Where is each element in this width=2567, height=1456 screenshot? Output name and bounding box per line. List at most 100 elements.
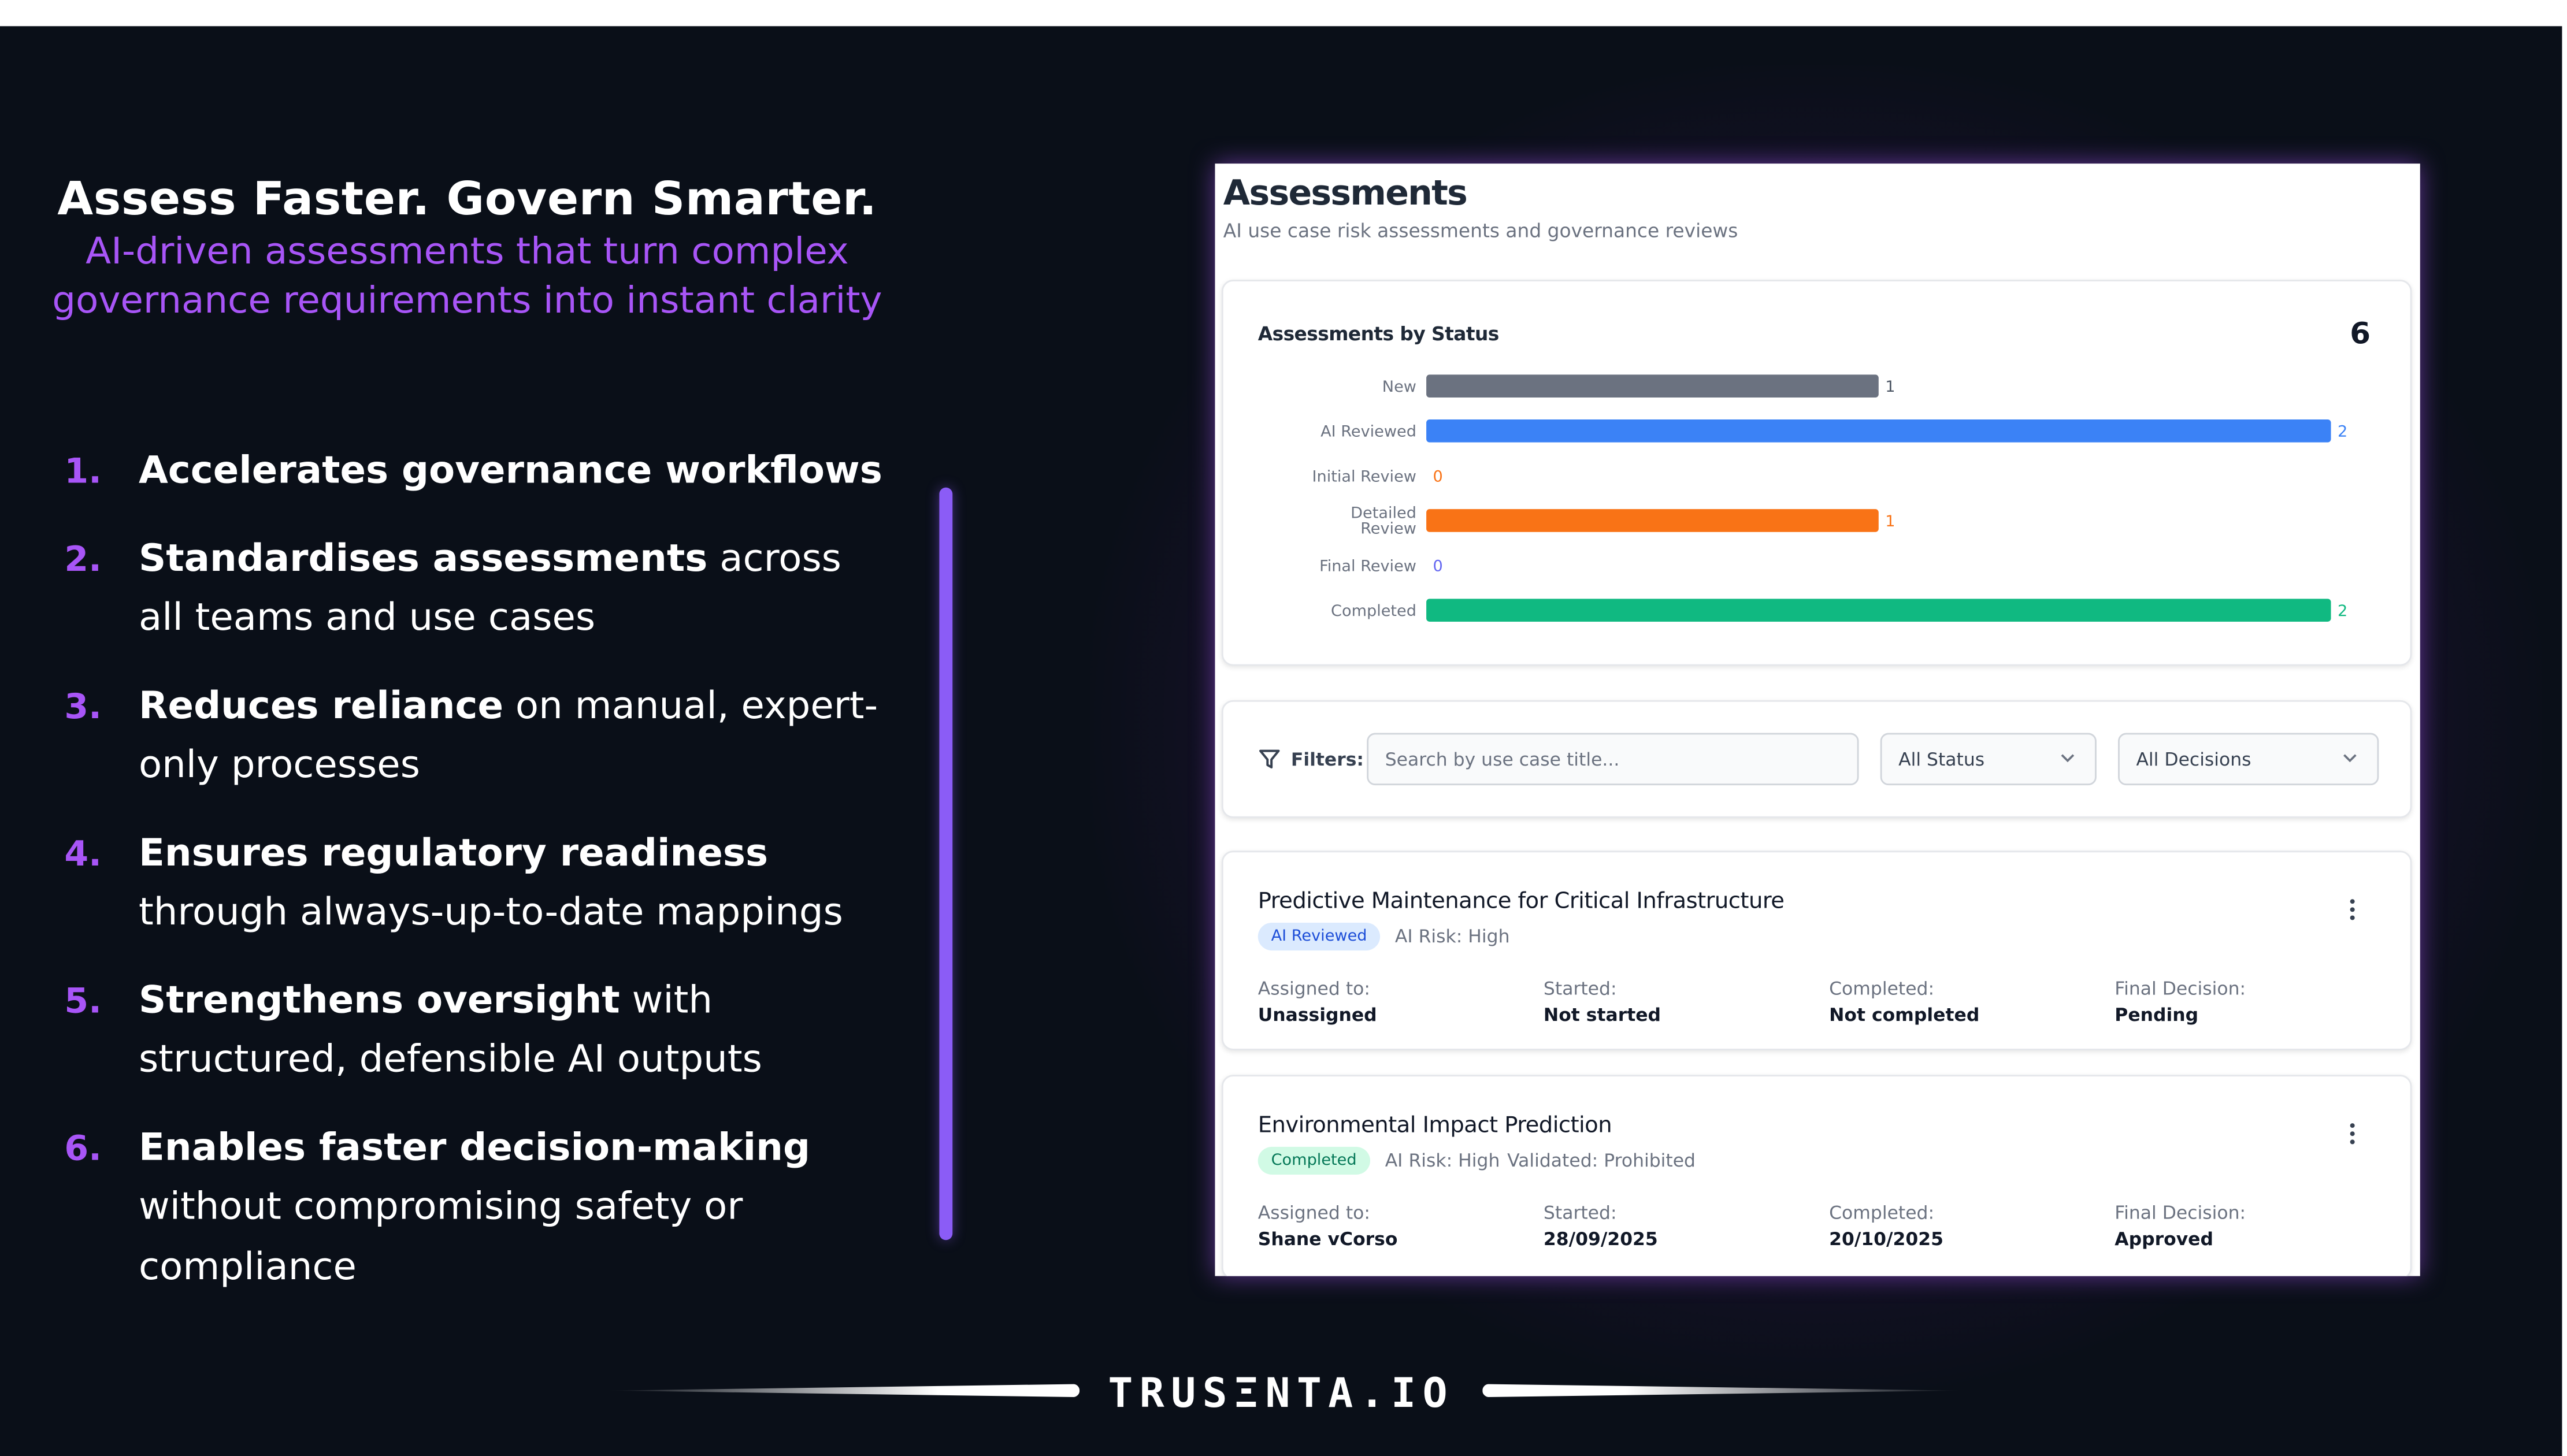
assigned-label: Assigned to: (1257, 978, 1370, 1000)
completed-value: Not completed (1829, 1004, 1980, 1026)
decision-select-value: All Decisions (2136, 749, 2251, 771)
vertical-divider (939, 487, 953, 1240)
benefit-text: Standardises assessments across (139, 529, 904, 589)
page-title: Assessments (1223, 173, 1468, 213)
search-input[interactable]: Search by use case title... (1367, 733, 1859, 786)
status-bar-chart: New 1 AI Reviewed 2 Initial Review 0 Detailed R… (1312, 374, 2347, 622)
started-value: Not started (1543, 1004, 1661, 1026)
benefit-item: 2. Standardises assessments across all t… (63, 529, 905, 649)
benefit-number: 2. (64, 538, 102, 578)
benefit-number: 5. (64, 980, 102, 1020)
benefit-line2: all teams and use cases (138, 597, 596, 640)
chart-value-label: 0 (1433, 467, 1443, 485)
risk-label: AI Risk: High (1385, 1150, 1500, 1172)
benefits-list: 1. Accelerates governance workflows 2. S… (63, 442, 905, 1325)
benefit-bold: Enables faster decision-making (138, 1126, 811, 1169)
chevron-down-icon (2343, 754, 2357, 763)
filters-card: Filters: Search by use case title... All… (1221, 700, 2412, 818)
chart-category-label: New (1382, 378, 1416, 396)
assessment-title[interactable]: Predictive Maintenance for Critical Infr… (1258, 887, 1785, 916)
benefit-item: 4. Ensures regulatory readiness through … (63, 824, 905, 944)
benefit-rest: across (707, 537, 841, 580)
chart-value-label: 2 (2338, 423, 2347, 441)
benefit-item: 5. Strengthens oversight with structured… (63, 971, 905, 1090)
completed-label: Completed: (1829, 1202, 1935, 1224)
headline-title: Assess Faster. Govern Smarter. (57, 172, 877, 226)
benefit-bold: Standardises assessments (138, 537, 708, 580)
page-subtitle: AI use case risk assessments and governa… (1223, 219, 1738, 243)
top-strip (0, 0, 2567, 27)
started-label: Started: (1543, 1202, 1617, 1224)
benefit-line2: through always-up-to-date mappings (138, 892, 843, 934)
benefit-number: 4. (64, 833, 102, 873)
benefit-number: 3. (64, 686, 102, 726)
chart-category-label: Final Review (1319, 558, 1416, 575)
benefit-number: 6. (64, 1128, 102, 1168)
slide: Assess Faster. Govern Smarter. AI-driven… (0, 0, 2567, 1456)
chart-value-label: 0 (1433, 558, 1443, 575)
started-value: 28/09/2025 (1543, 1228, 1658, 1250)
benefit-line2: without compromising safety or (138, 1186, 743, 1229)
headline-subtitle-line2: governance requirements into instant cla… (52, 280, 882, 322)
benefit-bold: Ensures regulatory readiness (138, 831, 769, 875)
benefit-bold: Accelerates governance workflows (138, 450, 882, 493)
more-options-icon[interactable] (2349, 1122, 2355, 1145)
chart-category-label: Detailed Review (1351, 504, 1416, 538)
decision-label: Final Decision: (2115, 1202, 2246, 1224)
chart-bar (1426, 374, 1879, 398)
benefit-line2: structured, defensible AI outputs (138, 1039, 762, 1082)
benefit-rest: on manual, expert- (503, 684, 878, 727)
benefit-text: Accelerates governance workflows (139, 442, 904, 502)
chart-bar (1426, 599, 2331, 622)
status-badge: AI Reviewed (1257, 922, 1381, 951)
assigned-value: Unassigned (1257, 1004, 1377, 1026)
status-badge: Completed (1257, 1146, 1370, 1175)
benefit-bold: Reduces reliance (138, 684, 504, 727)
status-chart-card: Assessments by Status 6 New 1 AI Reviewed 2… (1221, 280, 2412, 666)
chart-value-label: 2 (2338, 602, 2347, 620)
chart-value-label: 1 (1885, 378, 1895, 396)
chart-category-label: Initial Review (1312, 467, 1416, 485)
decision-value: Approved (2115, 1228, 2213, 1250)
filters-label: Filters: (1290, 749, 1364, 771)
footer-line-left (607, 1384, 1080, 1398)
benefit-line2: only processes (138, 744, 420, 787)
benefit-item: 1. Accelerates governance workflows (63, 442, 905, 502)
more-options-icon[interactable] (2349, 898, 2355, 921)
benefit-number: 1. (64, 451, 102, 491)
app-screenshot: Assessments AI use case risk assessments… (1215, 164, 2420, 1276)
chart-bar (1426, 509, 1879, 532)
benefit-line3: compliance (138, 1246, 357, 1288)
headline-block: Assess Faster. Govern Smarter. AI-driven… (0, 170, 934, 327)
status-select[interactable]: All Status (1880, 733, 2097, 786)
chevron-down-icon (2061, 754, 2075, 763)
benefit-text: Enables faster decision-making (139, 1118, 904, 1178)
benefit-rest: with (620, 979, 713, 1022)
chart-category-label: AI Reviewed (1320, 423, 1416, 441)
assessment-row[interactable]: Predictive Maintenance for Critical Infr… (1221, 850, 2412, 1050)
assessment-title[interactable]: Environmental Impact Prediction (1258, 1111, 1612, 1141)
completed-value: 20/10/2025 (1829, 1228, 1943, 1250)
assessment-row[interactable]: Environmental Impact Prediction Complete… (1221, 1075, 2412, 1276)
decision-value: Pending (2115, 1004, 2199, 1026)
benefit-text: Ensures regulatory readiness (139, 824, 904, 883)
benefit-text: Strengthens oversight with (139, 971, 904, 1030)
validated-label: Validated: Prohibited (1507, 1150, 1696, 1172)
right-strip (2562, 0, 2567, 1456)
benefit-text: Reduces reliance on manual, expert- (139, 677, 904, 736)
filter-icon (1259, 749, 1280, 768)
completed-label: Completed: (1829, 978, 1935, 1000)
chart-bar (1426, 419, 2331, 443)
risk-label: AI Risk: High (1394, 926, 1510, 948)
status-select-value: All Status (1898, 749, 1985, 771)
decision-select[interactable]: All Decisions (2118, 733, 2379, 786)
chart-value-label: 1 (1885, 512, 1895, 530)
benefit-item: 6. Enables faster decision-making withou… (63, 1118, 905, 1297)
assigned-label: Assigned to: (1257, 1202, 1370, 1224)
started-label: Started: (1543, 978, 1617, 1000)
benefit-bold: Strengthens oversight (138, 979, 620, 1022)
assigned-value: Shane vCorso (1257, 1228, 1398, 1250)
chart-category-label: Completed (1331, 602, 1416, 620)
decision-label: Final Decision: (2115, 978, 2246, 1000)
benefit-item: 3. Reduces reliance on manual, expert- o… (63, 677, 905, 796)
